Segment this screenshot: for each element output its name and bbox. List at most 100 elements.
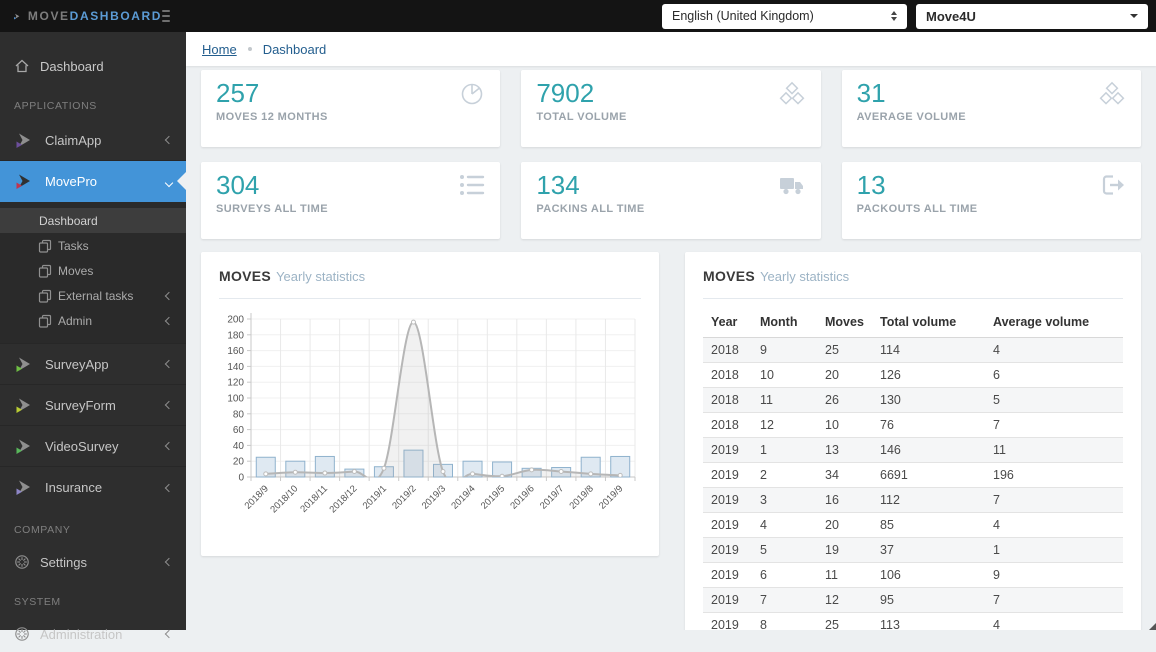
language-select[interactable]: English (United Kingdom) — [662, 4, 907, 29]
table-cell: 13 — [817, 438, 872, 463]
x-axis-label: 2018/9 — [243, 483, 271, 511]
table-panel-header: MOVESYearly statistics — [703, 252, 1123, 299]
submenu-item-tasks[interactable]: Tasks — [0, 233, 186, 258]
sidebar-item-claimapp[interactable]: ClaimApp — [0, 120, 186, 161]
table-cell: 6 — [752, 563, 817, 588]
chart-panel-header: MOVES Yearly statistics — [219, 252, 641, 299]
table-cell: 3 — [752, 488, 817, 513]
table-cell: 11 — [817, 563, 872, 588]
sidebar-item-settings[interactable]: Settings — [0, 544, 186, 580]
table-cell: 34 — [817, 463, 872, 488]
chart-point — [411, 320, 415, 324]
sidebar-item-videosurvey[interactable]: VideoSurvey — [0, 426, 186, 467]
sidebar-section-applications: APPLICATIONS — [0, 84, 186, 120]
list-icon — [459, 173, 485, 197]
table-cell: 9 — [752, 338, 817, 363]
table-cell: 11 — [985, 438, 1123, 463]
submenu-item-dashboard[interactable]: Dashboard — [0, 208, 186, 233]
chart-point — [559, 469, 563, 473]
table-panel-subtitle: Yearly statistics — [760, 269, 849, 284]
sidebar-item-surveyapp[interactable]: SurveyApp — [0, 344, 186, 385]
chart-panel-subtitle: Yearly statistics — [276, 269, 365, 284]
table-cell: 16 — [817, 488, 872, 513]
truck-icon — [778, 173, 806, 197]
x-axis-label: 2018/11 — [298, 483, 330, 515]
stat-card-moves-12-months: 257 MOVES 12 MONTHS — [201, 70, 500, 147]
resize-grip[interactable] — [1149, 623, 1156, 630]
table-cell: 12 — [817, 588, 872, 613]
copy-icon — [38, 289, 52, 303]
submenu-item-external-tasks[interactable]: External tasks — [0, 283, 186, 308]
y-axis-label: 140 — [227, 362, 244, 373]
x-axis-label: 2019/7 — [538, 483, 566, 511]
stats-table-body: 2018925114420181020126620181126130520181… — [703, 338, 1123, 631]
stat-value: 13 — [857, 169, 1126, 202]
table-cell: 114 — [872, 338, 985, 363]
chevron-left-icon — [165, 136, 173, 144]
account-select[interactable]: Move4U — [916, 4, 1148, 29]
menu-toggle-icon[interactable] — [162, 7, 170, 25]
table-cell: 2019 — [703, 563, 752, 588]
chevron-left-icon — [165, 558, 173, 566]
table-cell: 2019 — [703, 588, 752, 613]
table-row: 201811261305 — [703, 388, 1123, 413]
table-cell: 4 — [985, 338, 1123, 363]
table-cell: 196 — [985, 463, 1123, 488]
submenu-item-moves[interactable]: Moves — [0, 258, 186, 283]
x-axis-label: 2018/12 — [327, 483, 359, 515]
chevron-left-icon — [165, 316, 173, 324]
table-row: 20181210767 — [703, 413, 1123, 438]
copy-icon — [38, 264, 52, 278]
copy-icon — [38, 239, 52, 253]
table-cell: 85 — [872, 513, 985, 538]
moves-chart-panel: MOVESYearly statistics 02040608010012014… — [201, 252, 659, 556]
caret-down-icon — [1130, 14, 1138, 18]
sidebar-item-surveyform[interactable]: SurveyForm — [0, 385, 186, 426]
table-cell: 2019 — [703, 488, 752, 513]
table-cell: 4 — [752, 513, 817, 538]
select-arrows-icon — [891, 11, 897, 21]
sidebar: Dashboard APPLICATIONS ClaimApp MovePro … — [0, 32, 186, 630]
sidebar-item-movepro[interactable]: MovePro — [0, 161, 186, 202]
y-axis-label: 80 — [233, 409, 245, 420]
sidebar-item-insurance[interactable]: Insurance — [0, 467, 186, 508]
home-icon — [14, 58, 30, 74]
table-cell: 2019 — [703, 438, 752, 463]
table-cell: 106 — [872, 563, 985, 588]
stat-label: MOVES 12 MONTHS — [216, 111, 485, 123]
table-cell: 10 — [752, 363, 817, 388]
table-cell: 113 — [872, 613, 985, 631]
x-axis-label: 2019/2 — [390, 483, 418, 511]
table-cell: 95 — [872, 588, 985, 613]
sidebar-item-dashboard[interactable]: Dashboard — [0, 48, 186, 84]
stat-label: TOTAL VOLUME — [536, 111, 805, 123]
chart-point — [589, 472, 593, 476]
table-cell: 5 — [985, 388, 1123, 413]
breadcrumb: Home Dashboard — [186, 32, 1156, 66]
cubes-icon — [1098, 81, 1126, 107]
stat-card-total-volume: 7902 TOTAL VOLUME — [521, 70, 820, 147]
chart-point — [352, 469, 356, 473]
table-cell: 2018 — [703, 388, 752, 413]
table-cell: 2019 — [703, 538, 752, 563]
column-header-total-volume: Total volume — [872, 309, 985, 338]
stat-value: 134 — [536, 169, 805, 202]
x-axis-label: 2019/5 — [479, 483, 507, 511]
table-cell: 7 — [985, 588, 1123, 613]
brand: MOVEDASHBOARD — [0, 0, 186, 32]
y-axis-label: 200 — [227, 315, 244, 326]
table-row: 20192346691196 — [703, 463, 1123, 488]
copy-icon — [38, 314, 52, 328]
column-header-average-volume: Average volume — [985, 309, 1123, 338]
stat-card-surveys-all-time: 304 SURVEYS ALL TIME — [201, 162, 500, 239]
sidebar-section-company: COMPANY — [0, 508, 186, 544]
chart-panel-title: MOVES — [219, 268, 271, 284]
stat-cards: 257 MOVES 12 MONTHS 7902 TOTAL VOLUME — [201, 70, 1141, 239]
submenu-item-admin[interactable]: Admin — [0, 308, 186, 333]
table-row: 2019712957 — [703, 588, 1123, 613]
breadcrumb-home-link[interactable]: Home — [202, 42, 237, 57]
sidebar-item-administration[interactable]: Administration — [0, 616, 186, 652]
table-cell: 2018 — [703, 363, 752, 388]
table-cell: 112 — [872, 488, 985, 513]
account-select-value: Move4U — [926, 9, 976, 24]
